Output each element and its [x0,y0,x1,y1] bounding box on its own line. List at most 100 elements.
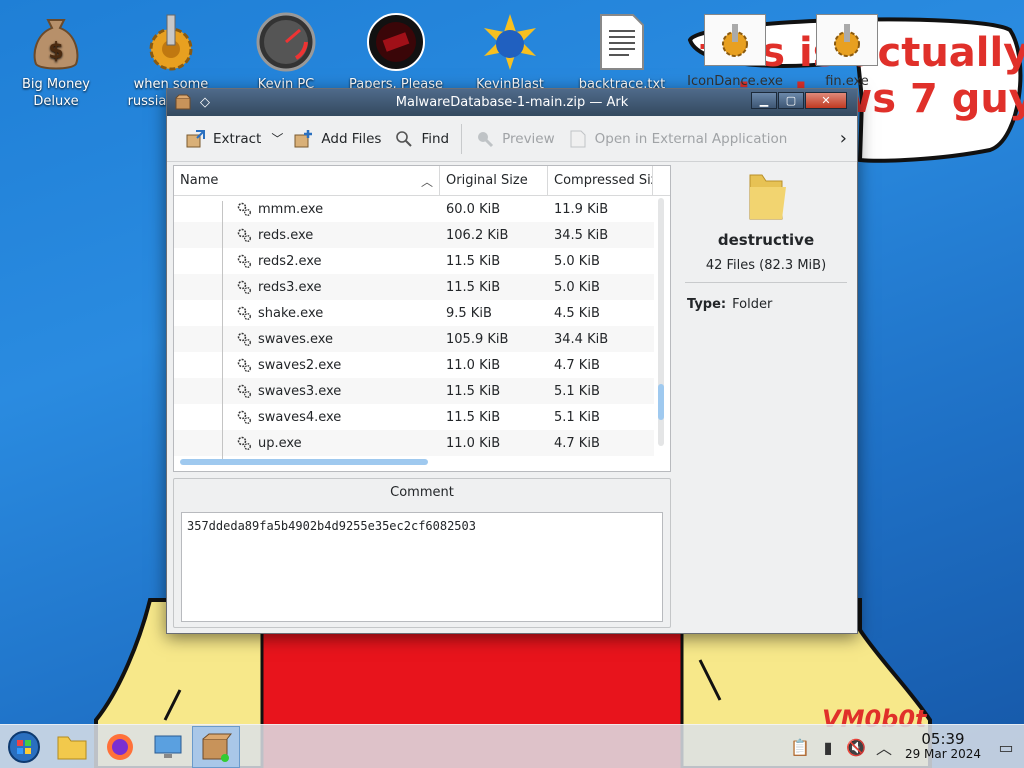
keep-above-icon[interactable]: ◇ [195,93,215,111]
folder-icon [57,736,87,759]
desktop-icon-icondance[interactable] [704,14,766,66]
desktop-icon-kevinblast[interactable]: KevinBlast [460,6,560,93]
executable-icon [236,201,252,217]
chevron-right-icon[interactable]: › [840,128,847,149]
column-header-label: Original Size [446,173,528,188]
table-row[interactable]: swaves3.exe 11.5 KiB 5.1 KiB [174,378,654,409]
open-external-button[interactable]: Open in External Application [561,123,794,155]
vertical-scrollbar[interactable] [658,198,664,446]
window-app-icon[interactable] [173,93,193,111]
find-button[interactable]: Find [387,123,455,155]
extract-icon [185,128,207,150]
open-external-label: Open in External Application [594,130,788,147]
clock-date: 29 Mar 2024 [904,747,982,761]
close-button[interactable]: ✕ [805,92,847,109]
list-header: Name ︿ Original Size Compressed Size [174,166,670,196]
file-name: shake.exe [258,305,324,321]
comment-group: Comment 357ddeda89fa5b4902b4d9255e35ec2c… [173,478,671,628]
file-name: swaves.exe [258,331,334,347]
tree-guide-line [222,357,223,383]
volume-muted-icon[interactable]: 🔇 [842,738,870,757]
taskbar-file-manager[interactable] [48,726,96,768]
column-header-name[interactable]: Name ︿ [174,166,440,195]
file-name: mmm.exe [258,201,324,217]
table-row[interactable]: reds2.exe 11.5 KiB 5.0 KiB [174,248,654,279]
horizontal-scrollbar-thumb[interactable] [180,459,428,465]
taskbar-remote-desktop[interactable] [144,726,192,768]
desktop-icon-papers-please[interactable]: Papers, Please [346,6,446,93]
original-size-cell: 9.5 KiB [446,305,492,321]
battery-icon[interactable]: ▮ [814,738,842,757]
search-icon [393,128,415,150]
original-size-cell: 11.5 KiB [446,253,501,269]
find-label: Find [421,130,450,147]
table-row[interactable]: shake.exe 9.5 KiB 4.5 KiB [174,300,654,331]
table-row[interactable]: reds.exe 106.2 KiB 34.5 KiB [174,222,654,253]
extract-button[interactable]: Extract [179,123,267,155]
windows-orb-icon [8,730,40,763]
show-desktop-icon[interactable]: ▭ [988,738,1024,757]
compressed-size-cell: 11.9 KiB [554,201,609,217]
table-row[interactable]: swaves4.exe 11.5 KiB 5.1 KiB [174,404,654,435]
start-button[interactable] [0,726,48,768]
compressed-size-cell: 4.5 KiB [554,305,600,321]
file-name-cell: reds3.exe [174,279,440,305]
file-name: reds2.exe [258,253,322,269]
original-size-cell: 60.0 KiB [446,201,501,217]
desktop-icon-backtrace-txt[interactable]: backtrace.txt [572,6,672,93]
add-files-button[interactable]: Add Files [287,123,387,155]
chevron-up-icon[interactable]: ︿ [870,735,898,759]
archive-icon [202,733,232,762]
executable-icon [236,253,252,269]
executable-icon [236,383,252,399]
file-name-cell: mmm.exe [174,201,440,227]
gear-exe-icon [834,24,860,57]
desktop-icon-fin-exe[interactable] [816,14,878,66]
extract-menu-button[interactable]: ﹀ [267,123,287,155]
column-header-label: Compressed Size [554,173,652,188]
info-file-count: 42 Files (82.3 MiB) [705,258,827,273]
file-name-cell: reds2.exe [174,253,440,279]
gauge-icon [256,12,316,72]
clock[interactable]: 05:39 29 Mar 2024 [898,732,988,762]
comment-title: Comment [390,485,454,500]
maximize-button[interactable]: ▢ [778,92,804,109]
column-header-compressed-size[interactable]: Compressed Size [548,166,653,195]
taskbar-firefox[interactable] [96,726,144,768]
column-header-original-size[interactable]: Original Size [440,166,548,195]
compressed-size-cell: 4.7 KiB [554,435,600,451]
file-name: swaves2.exe [258,357,342,373]
file-name: reds3.exe [258,279,322,295]
firefox-icon [107,733,133,760]
sort-ascending-icon: ︿ [420,175,433,189]
system-tray: 📋 ▮ 🔇 ︿ 05:39 29 Mar 2024 ▭ [786,725,1024,768]
vertical-scrollbar-thumb[interactable] [658,384,664,420]
kevinblast-icon [480,12,540,72]
tree-guide-line [222,279,223,305]
info-entry-name: destructive [717,231,815,249]
folder-icon [742,171,790,223]
comment-textarea[interactable]: 357ddeda89fa5b4902b4d9255e35ec2cf6082503 [181,512,663,622]
clipboard-icon[interactable]: 📋 [786,738,814,757]
table-row[interactable]: up.exe 11.0 KiB 4.7 KiB [174,430,654,461]
preview-button[interactable]: Preview [468,123,561,155]
tree-guide-line [222,409,223,435]
compressed-size-cell: 4.7 KiB [554,357,600,373]
minimize-button[interactable]: ▁ [751,92,777,109]
monitor-icon [154,735,182,758]
tree-guide-line [222,331,223,357]
file-name-cell: swaves3.exe [174,383,440,409]
tree-guide-line [222,383,223,409]
table-row[interactable]: swaves2.exe 11.0 KiB 4.7 KiB [174,352,654,383]
table-row[interactable]: reds3.exe 11.5 KiB 5.0 KiB [174,274,654,305]
gear-exe-icon [722,24,748,57]
window-titlebar[interactable]: ◇ MalwareDatabase-1-main.zip — Ark ▁ ▢ ✕ [167,89,857,116]
taskbar-ark[interactable] [192,725,240,768]
compressed-size-cell: 5.0 KiB [554,253,600,269]
table-row[interactable]: swaves.exe 105.9 KiB 34.4 KiB [174,326,654,357]
desktop-icon-big-money-deluxe[interactable]: $ Big Money Deluxe [6,6,106,110]
original-size-cell: 11.5 KiB [446,409,501,425]
table-row[interactable]: mmm.exe 60.0 KiB 11.9 KiB [174,196,654,227]
file-list[interactable]: Name ︿ Original Size Compressed Size mmm… [173,165,671,472]
file-name-cell: swaves4.exe [174,409,440,435]
